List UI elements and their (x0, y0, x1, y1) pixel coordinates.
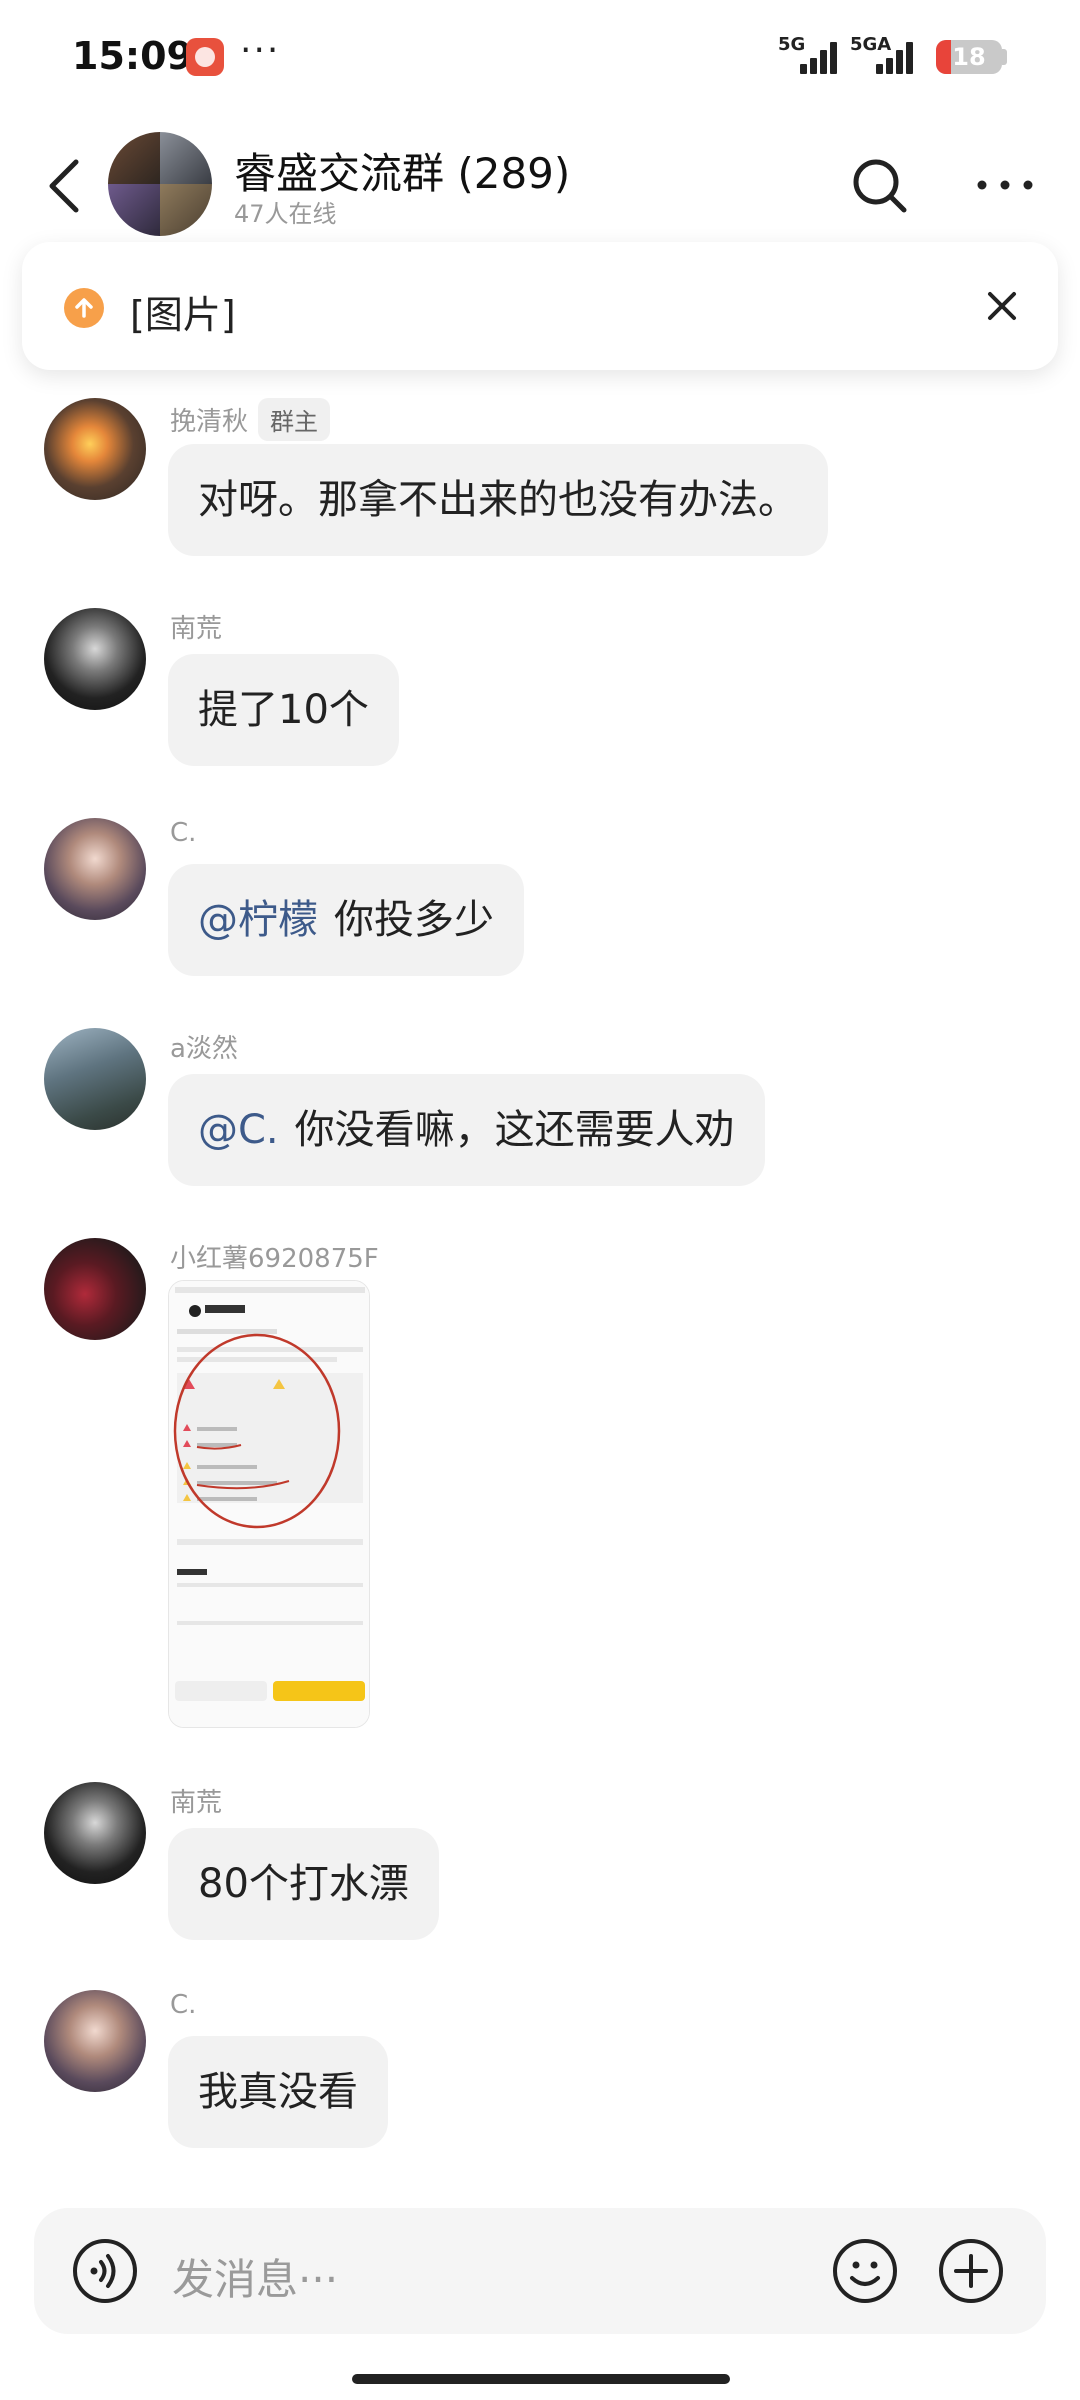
pinned-text: [图片] (130, 293, 236, 337)
online-count: 47人在线 (234, 200, 337, 228)
more-options-icon[interactable] (970, 160, 1040, 210)
message-input-bar: 发消息··· (34, 2208, 1046, 2334)
sender-name: 南荒 (170, 614, 223, 644)
sender-name: 小红薯6920875F (170, 1244, 379, 1274)
sender-name: C. (170, 818, 197, 848)
screenshot-thumbnail (169, 1281, 369, 1727)
avatar[interactable] (44, 608, 146, 710)
close-icon[interactable] (982, 286, 1022, 326)
back-arrow-icon[interactable] (44, 156, 84, 216)
message-input[interactable]: 发消息··· (172, 2246, 338, 2307)
group-owner-badge: 群主 (258, 398, 331, 441)
status-bar: 15:09 ··· 5G 5GA 18 (0, 0, 1080, 116)
add-attachment-icon[interactable] (938, 2238, 1004, 2304)
message-bubble[interactable]: 我真没看 (168, 2036, 388, 2148)
message-bubble[interactable]: 对呀。那拿不出来的也没有办法。 (168, 444, 828, 556)
message-bubble[interactable]: @柠檬 你投多少 (168, 864, 524, 976)
battery-icon: 18 (936, 40, 1002, 74)
chat-header: 睿盛交流群 (289) 47人在线 (0, 120, 1080, 250)
sender-name: 挽清秋 群主 (170, 398, 331, 441)
image-message[interactable] (168, 1280, 370, 1728)
avatar[interactable] (44, 1990, 146, 2092)
search-icon[interactable] (850, 156, 910, 216)
status-time: 15:09 (72, 34, 193, 78)
sender-name: C. (170, 1990, 197, 2020)
message-bubble[interactable]: 提了10个 (168, 654, 399, 766)
red-app-icon (186, 38, 224, 76)
battery-cap (1002, 49, 1007, 65)
status-more-dots: ··· (240, 30, 281, 71)
sender-name: 南荒 (170, 1788, 223, 1818)
group-title[interactable]: 睿盛交流群 (289) (234, 140, 570, 201)
sender-name: a淡然 (170, 1034, 238, 1064)
avatar[interactable] (44, 1782, 146, 1884)
signal-5ga-icon: 5GA (850, 34, 916, 76)
signal-5g-icon: 5G (778, 34, 844, 76)
emoji-icon[interactable] (832, 2238, 898, 2304)
avatar[interactable] (44, 1238, 146, 1340)
group-avatar[interactable] (108, 132, 212, 236)
message-bubble[interactable]: 80个打水漂 (168, 1828, 439, 1940)
message-bubble[interactable]: @C. 你没看嘛，这还需要人劝 (168, 1074, 765, 1186)
avatar[interactable] (44, 398, 146, 500)
home-indicator[interactable] (352, 2374, 730, 2384)
pinned-message-banner[interactable]: [图片] (22, 242, 1058, 370)
avatar[interactable] (44, 1028, 146, 1130)
mention-link[interactable]: @柠檬 (198, 897, 318, 943)
voice-input-icon[interactable] (72, 2238, 138, 2304)
pin-up-arrow-icon (64, 288, 104, 328)
mention-link[interactable]: @C. (198, 1107, 279, 1153)
avatar[interactable] (44, 818, 146, 920)
